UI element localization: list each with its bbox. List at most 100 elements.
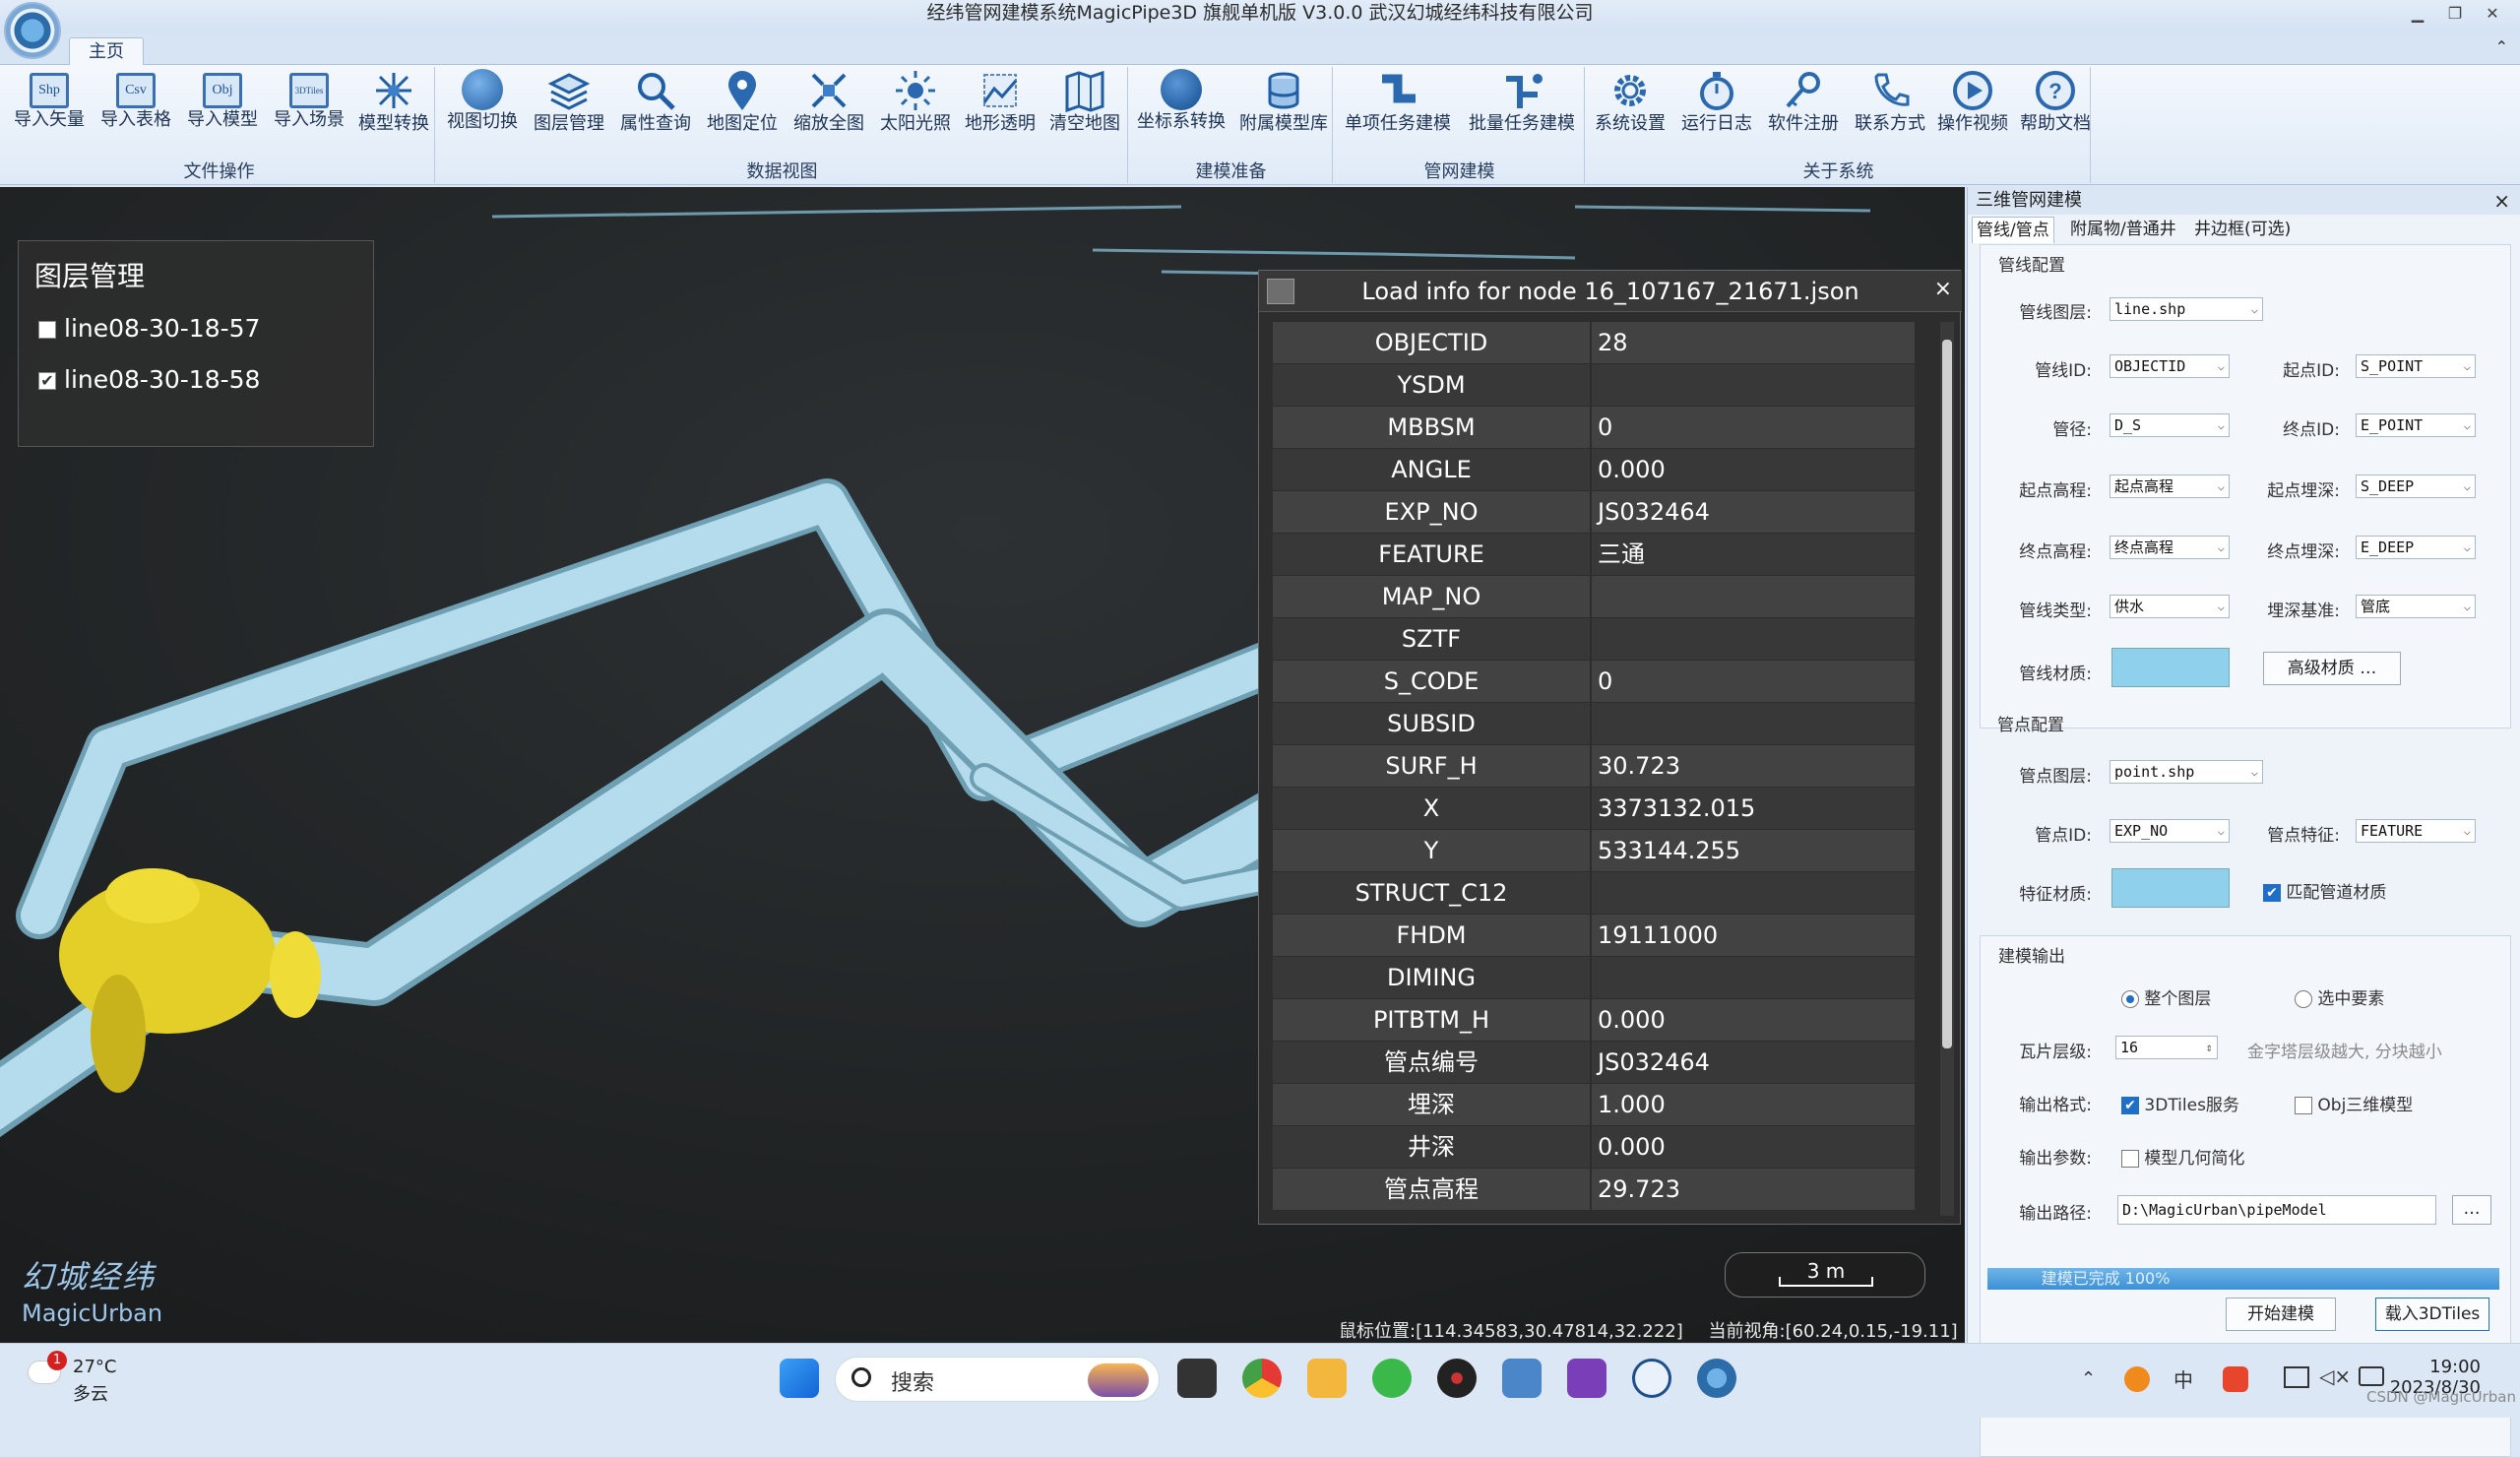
- remote-desktop-icon[interactable]: [1502, 1359, 1542, 1398]
- table-row[interactable]: PITBTM_H 0.000: [1273, 999, 1915, 1042]
- table-row[interactable]: 管点高程 29.723: [1273, 1169, 1915, 1211]
- table-row[interactable]: FEATURE 三通: [1273, 534, 1915, 576]
- table-row[interactable]: ANGLE 0.000: [1273, 449, 1915, 491]
- match-material-option[interactable]: ✔ 匹配管道材质: [2263, 878, 2386, 903]
- table-row[interactable]: SUBSID: [1273, 703, 1915, 745]
- close-icon[interactable]: ×: [2493, 189, 2510, 213]
- minimize-button[interactable]: ▁: [2404, 2, 2431, 26]
- volume-icon[interactable]: ◁×: [2319, 1364, 2351, 1388]
- depth-base-select[interactable]: 管底 ⌵: [2356, 595, 2476, 618]
- line-id-select[interactable]: OBJECTID ⌵: [2110, 354, 2230, 378]
- dialog-header[interactable]: Load info for node 16_107167_21671.json …: [1259, 271, 1962, 312]
- task-view-icon[interactable]: [1177, 1359, 1217, 1398]
- radio-selected-features[interactable]: 选中要素: [2295, 984, 2384, 1009]
- tray-app-icon-2[interactable]: [2223, 1366, 2248, 1392]
- table-row[interactable]: YSDM: [1273, 364, 1915, 407]
- tile-level-stepper[interactable]: 16 ⇕: [2115, 1036, 2218, 1059]
- radio-whole-layer[interactable]: 整个图层: [2121, 984, 2211, 1009]
- point-id-select[interactable]: EXP_NO ⌵: [2110, 819, 2230, 843]
- line-material-swatch[interactable]: [2111, 648, 2230, 687]
- media-player-icon[interactable]: [1437, 1359, 1477, 1398]
- line-type-select[interactable]: 供水 ⌵: [2110, 595, 2230, 618]
- radio-unselected[interactable]: [2295, 990, 2312, 1008]
- battery-icon[interactable]: [2359, 1366, 2384, 1386]
- accessory-model-lib-button[interactable]: 附属模型库: [1234, 69, 1333, 138]
- tab-accessory-well[interactable]: 附属物/普通井: [2066, 217, 2180, 242]
- diameter-select[interactable]: D_S ⌵: [2110, 413, 2230, 437]
- help-docs-button[interactable]: ? 帮助文档: [2012, 69, 2099, 138]
- close-window-button[interactable]: ✕: [2479, 2, 2506, 26]
- start-elev-select[interactable]: 起点高程 ⌵: [2110, 475, 2230, 498]
- network-icon[interactable]: [2284, 1366, 2309, 1388]
- tab-pipe-point[interactable]: 管线/管点: [1972, 217, 2054, 243]
- import-model-button[interactable]: Obj 导入模型: [179, 69, 266, 138]
- import-scene-button[interactable]: 3DTiles 导入场景: [266, 69, 352, 138]
- windows-start-icon[interactable]: [780, 1359, 819, 1398]
- table-row[interactable]: X 3373132.015: [1273, 788, 1915, 830]
- view-switch-button[interactable]: 视图切换: [439, 69, 526, 138]
- layer-checkbox-checked[interactable]: ✔: [38, 372, 56, 390]
- chevron-up-icon[interactable]: ⌃: [2495, 37, 2508, 56]
- layer-manage-button[interactable]: 图层管理: [526, 69, 612, 138]
- app-logo-icon[interactable]: [4, 2, 61, 59]
- table-row[interactable]: STRUCT_C12: [1273, 872, 1915, 915]
- batch-task-model-button[interactable]: 批量任务建模: [1461, 69, 1583, 138]
- magicpipe-app-icon[interactable]: [1697, 1359, 1736, 1398]
- table-row[interactable]: S_CODE 0: [1273, 661, 1915, 703]
- radio-selected[interactable]: [2121, 990, 2139, 1008]
- visual-studio-icon[interactable]: [1567, 1359, 1606, 1398]
- sunlight-button[interactable]: 太阳光照: [872, 69, 959, 138]
- format-3dtiles-option[interactable]: ✔ 3DTiles服务: [2121, 1091, 2239, 1115]
- layer-item[interactable]: line08-30-18-57: [38, 314, 260, 343]
- run-log-button[interactable]: 运行日志: [1673, 69, 1760, 138]
- wechat-icon[interactable]: [1372, 1359, 1412, 1398]
- load-3dtiles-button[interactable]: 载入3DTiles: [2375, 1298, 2489, 1331]
- chrome-icon[interactable]: [1242, 1359, 1282, 1398]
- tutorial-video-button[interactable]: 操作视频: [1929, 69, 2016, 138]
- feature-material-swatch[interactable]: [2111, 868, 2230, 908]
- browse-button[interactable]: …: [2452, 1195, 2491, 1225]
- start-id-select[interactable]: S_POINT ⌵: [2356, 354, 2476, 378]
- scrollbar-thumb[interactable]: [1942, 340, 1952, 1048]
- import-table-button[interactable]: Csv 导入表格: [93, 69, 179, 138]
- h-app-icon[interactable]: [1632, 1359, 1671, 1398]
- advanced-material-button[interactable]: 高级材质 …: [2263, 652, 2401, 685]
- tab-home[interactable]: 主页: [69, 37, 144, 67]
- format-obj-option[interactable]: Obj三维模型: [2295, 1091, 2413, 1115]
- taskbar-search[interactable]: 搜索: [835, 1357, 1160, 1402]
- table-row[interactable]: 井深 0.000: [1273, 1126, 1915, 1169]
- table-row[interactable]: Y 533144.255: [1273, 830, 1915, 872]
- scrollbar[interactable]: [1940, 322, 1954, 1216]
- point-feature-select[interactable]: FEATURE ⌵: [2356, 819, 2476, 843]
- ime-icon[interactable]: 中: [2174, 1364, 2193, 1393]
- end-id-select[interactable]: E_POINT ⌵: [2356, 413, 2476, 437]
- simplify-option[interactable]: 模型几何简化: [2121, 1144, 2244, 1169]
- tab-well-frame[interactable]: 井边框(可选): [2190, 217, 2295, 242]
- coord-transform-button[interactable]: 坐标系转换: [1132, 69, 1230, 138]
- table-row[interactable]: FHDM 19111000: [1273, 915, 1915, 957]
- restore-button[interactable]: ❐: [2441, 2, 2469, 26]
- close-icon[interactable]: ×: [1934, 277, 1952, 301]
- contact-button[interactable]: 联系方式: [1847, 69, 1933, 138]
- table-row[interactable]: MBBSM 0: [1273, 407, 1915, 449]
- zoom-full-button[interactable]: 缩放全图: [786, 69, 872, 138]
- table-row[interactable]: EXP_NO JS032464: [1273, 491, 1915, 534]
- terrain-transparent-button[interactable]: 地形透明: [957, 69, 1043, 138]
- table-row[interactable]: SURF_H 30.723: [1273, 745, 1915, 788]
- table-row[interactable]: SZTF: [1273, 618, 1915, 661]
- table-row[interactable]: 埋深 1.000: [1273, 1084, 1915, 1126]
- single-task-model-button[interactable]: 单项任务建模: [1337, 69, 1459, 138]
- checkbox-checked[interactable]: ✔: [2121, 1097, 2139, 1114]
- table-row[interactable]: 管点编号 JS032464: [1273, 1042, 1915, 1084]
- checkbox[interactable]: [2295, 1097, 2312, 1114]
- layer-checkbox[interactable]: [38, 321, 56, 339]
- point-layer-select[interactable]: point.shp ⌵: [2110, 760, 2263, 784]
- table-row[interactable]: OBJECTID 28: [1273, 322, 1915, 364]
- checkbox-checked[interactable]: ✔: [2263, 884, 2281, 902]
- attribute-query-button[interactable]: 属性查询: [612, 69, 699, 138]
- start-modeling-button[interactable]: 开始建模: [2226, 1298, 2336, 1331]
- checkbox[interactable]: [2121, 1150, 2139, 1168]
- folder-icon[interactable]: [1307, 1359, 1347, 1398]
- chevron-up-icon[interactable]: ⌃: [2081, 1368, 2096, 1389]
- clear-map-button[interactable]: 清空地图: [1041, 69, 1128, 138]
